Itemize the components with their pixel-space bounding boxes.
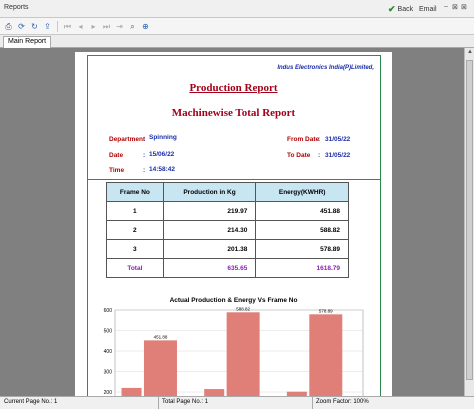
current-page-status: Current Page No.: 1	[4, 399, 58, 405]
table-row: 2 214.30 588.82	[106, 220, 349, 240]
total-page-status: Total Page No.: 1	[162, 399, 209, 405]
production-table: Frame No Production in Kg Energy(KWHR) 1…	[106, 182, 349, 278]
chart-title: Actual Production & Energy Vs Frame No	[169, 297, 298, 304]
frame-cell: 1	[106, 201, 164, 221]
scroll-up-icon[interactable]: ▲	[467, 49, 473, 55]
bar	[226, 312, 260, 396]
y-tick-label: 300	[104, 370, 113, 376]
production-energy-chart: 600500400300200451.88588.82 578.89	[104, 307, 364, 396]
refresh-all-icon[interactable]: ↻	[29, 21, 40, 32]
vertical-scrollbar[interactable]: ▲	[464, 48, 474, 396]
zoom-factor-status: Zoom Factor: 100%	[316, 399, 369, 405]
to-date-value: 31/05/22	[325, 152, 351, 159]
header-divider	[87, 179, 381, 180]
department-label: Department	[109, 136, 146, 143]
bar	[204, 389, 225, 396]
report-toolbar: ⎙ ⟳ ↻ ⇪ ⏮ ◂ ▸ ⏭ ⇥ ⌕ ⊕	[0, 18, 474, 35]
production-cell: 201.38	[162, 239, 257, 259]
date-label: Date	[109, 152, 124, 159]
column-header: Frame No	[106, 182, 164, 202]
toolbar-separator	[57, 20, 58, 32]
status-divider	[312, 397, 313, 409]
report-title: Production Report	[189, 82, 278, 94]
data-label: 578.89	[319, 308, 333, 313]
energy-cell: 451.88	[255, 201, 349, 221]
zoom-icon[interactable]: ⊕	[140, 21, 151, 32]
print-icon[interactable]: ⎙	[3, 21, 14, 32]
time-row: Time	[109, 167, 124, 174]
status-bar: Current Page No.: 1 Total Page No.: 1 Zo…	[0, 396, 474, 409]
total-label: Total	[106, 258, 164, 278]
back-label: Back	[397, 5, 414, 13]
column-header: Production in Kg	[162, 182, 257, 202]
department-row: Department	[109, 136, 145, 143]
last-page-icon[interactable]: ⏭	[101, 21, 112, 32]
table-header-row: Frame No Production in Kg Energy(KWHR)	[106, 182, 349, 202]
search-icon[interactable]: ⌕	[127, 21, 138, 32]
minimize-button[interactable]: –	[444, 3, 448, 10]
refresh-icon[interactable]: ⟳	[16, 21, 27, 32]
energy-cell: 578.89	[255, 239, 349, 259]
bar	[143, 340, 177, 396]
y-tick-label: 500	[104, 329, 113, 335]
time-colon: :	[143, 167, 146, 174]
check-mark-icon: ✔	[388, 3, 396, 14]
date-colon: :	[143, 152, 146, 159]
tab-main-report[interactable]: Main Report	[3, 36, 52, 48]
maximize-button[interactable]: ⊠	[452, 3, 458, 11]
goto-page-icon[interactable]: ⇥	[114, 21, 125, 32]
frame-cell: 2	[106, 220, 164, 240]
from-date-label: From Date	[287, 136, 320, 143]
tab-strip: Main Report	[0, 35, 474, 48]
production-cell: 214.30	[162, 220, 257, 240]
report-viewer[interactable]: Indus Electronics India(P)Limited, Produ…	[0, 48, 474, 396]
scrollbar-thumb[interactable]	[466, 60, 473, 380]
from-date-value: 31/05/22	[325, 136, 351, 143]
time-label: Time	[109, 167, 125, 174]
email-label: Email	[419, 5, 437, 13]
to-date-colon: :	[318, 152, 321, 159]
from-date-colon: :	[318, 136, 321, 143]
total-production: 635.65	[162, 258, 257, 278]
export-icon[interactable]: ⇪	[42, 21, 53, 32]
column-header: Energy(KWHR)	[255, 182, 349, 202]
from-date-row: From Date	[287, 136, 319, 143]
energy-cell: 588.82	[255, 220, 349, 240]
prev-page-icon[interactable]: ◂	[75, 21, 86, 32]
bar	[121, 387, 142, 396]
department-colon: :	[143, 136, 146, 143]
time-value: 14:58:42	[149, 166, 176, 173]
company-name: Indus Electronics India(P)Limited,	[277, 65, 374, 71]
date-value: 15/06/22	[149, 151, 175, 158]
report-page: Indus Electronics India(P)Limited, Produ…	[75, 52, 392, 396]
report-subtitle: Machinewise Total Report	[171, 107, 296, 119]
first-page-icon[interactable]: ⏮	[62, 21, 73, 32]
bar	[309, 314, 343, 396]
data-label: 451.88	[154, 334, 168, 339]
status-divider	[158, 397, 159, 409]
y-tick-label: 400	[104, 349, 113, 355]
window-title: Reports	[4, 4, 29, 11]
total-energy: 1618.79	[255, 258, 349, 278]
date-row: Date	[109, 152, 123, 159]
data-label: 588.82	[236, 307, 250, 311]
window-titlebar: Reports ✔ Back Email – ⊠ ⊠	[0, 0, 474, 18]
back-button[interactable]: ✔ Back	[388, 3, 413, 15]
table-total-row: Total 635.65 1618.79	[106, 258, 349, 278]
next-page-icon[interactable]: ▸	[88, 21, 99, 32]
email-button[interactable]: Email	[419, 3, 437, 15]
table-row: 3 201.38 578.89	[106, 239, 349, 259]
table-row: 1 219.97 451.88	[106, 201, 349, 221]
to-date-label: To Date	[287, 152, 311, 159]
to-date-row: To Date	[287, 152, 310, 159]
production-cell: 219.97	[162, 201, 257, 221]
close-button[interactable]: ⊠	[461, 3, 467, 11]
y-tick-label: 600	[104, 308, 113, 314]
department-value: Spinning	[149, 134, 177, 141]
frame-cell: 3	[106, 239, 164, 259]
